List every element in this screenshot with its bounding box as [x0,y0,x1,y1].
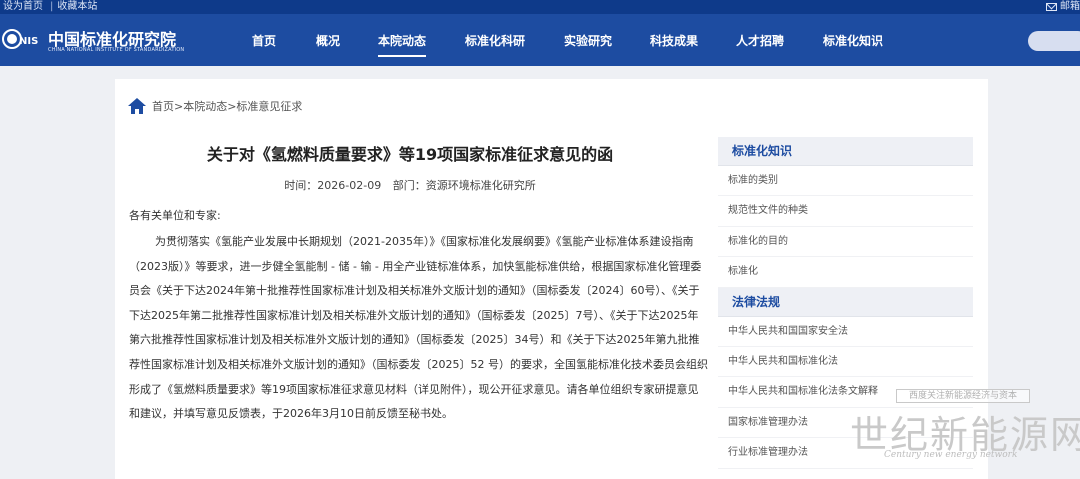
utility-bar: 设为首页 | 收藏本站 邮箱 [0,0,1080,14]
logo-abbr: NIS [19,36,39,47]
sidebar-item[interactable]: 规范性文件的种类 [718,196,973,227]
set-home-link[interactable]: 设为首页 [3,1,43,12]
watermark-caption: 西度关注新能源经济与资本 [896,389,1030,403]
nav-item-news[interactable]: 本院动态 [378,32,427,57]
sidebar-item[interactable]: 标准的类别 [718,166,973,197]
search-input[interactable] [1028,31,1080,51]
department: 部门：资源环境标准化研究所 [392,179,536,192]
nav-item-overview[interactable]: 概况 [316,32,340,49]
site-logo[interactable]: NIS 中国标准化研究院 CHINA NATIONAL INSTITUTE OF… [2,23,185,57]
sidebar-item[interactable]: 标准化 [718,257,973,288]
nav-item-home[interactable]: 首页 [252,32,276,49]
nav-item-recruitment[interactable]: 人才招聘 [736,32,784,49]
mail-icon [1046,3,1057,11]
publish-time: 时间：2026-02-09 [284,179,382,192]
mail-label: 邮箱 [1060,1,1080,12]
breadcrumb: 首页>本院动态>标准意见征求 [128,98,302,114]
article-body: 为贯彻落实《氢能产业发展中长期规划（2021-2035年）》《国家标准化发展纲要… [129,235,708,421]
mail-link[interactable]: 邮箱 [1046,0,1080,14]
sidebar-item[interactable]: 标准化的目的 [718,227,973,258]
utility-links: 设为首页 | 收藏本站 [3,1,98,12]
watermark-subtitle: Century new energy network [884,450,1018,460]
nav-item-research[interactable]: 标准化科研 [465,32,525,49]
sidebar-heading-laws[interactable]: 法律法规 [718,287,973,317]
article-title: 关于对《氢燃料质量要求》等19项国家标准征求意见的函 [206,145,614,164]
sidebar-item[interactable]: 中华人民共和国国家安全法 [718,317,973,347]
breadcrumb-path[interactable]: 首页>本院动态>标准意见征求 [152,98,302,114]
article-meta: 时间：2026-02-09 部门：资源环境标准化研究所 [115,177,705,193]
nav-item-lab[interactable]: 实验研究 [564,32,612,49]
nav-item-knowledge[interactable]: 标准化知识 [823,32,883,49]
bookmark-link[interactable]: 收藏本站 [57,1,97,12]
salutation: 各有关单位和专家: [129,209,221,222]
home-icon[interactable] [128,98,146,114]
sidebar-item[interactable]: 中华人民共和国标准化法 [718,347,973,378]
nav-item-achievements[interactable]: 科技成果 [650,32,698,49]
sidebar-heading-knowledge[interactable]: 标准化知识 [718,137,973,166]
main-navbar: NIS 中国标准化研究院 CHINA NATIONAL INSTITUTE OF… [0,14,1080,66]
logo-subtitle: CHINA NATIONAL INSTITUTE OF STANDARDIZAT… [48,47,185,53]
